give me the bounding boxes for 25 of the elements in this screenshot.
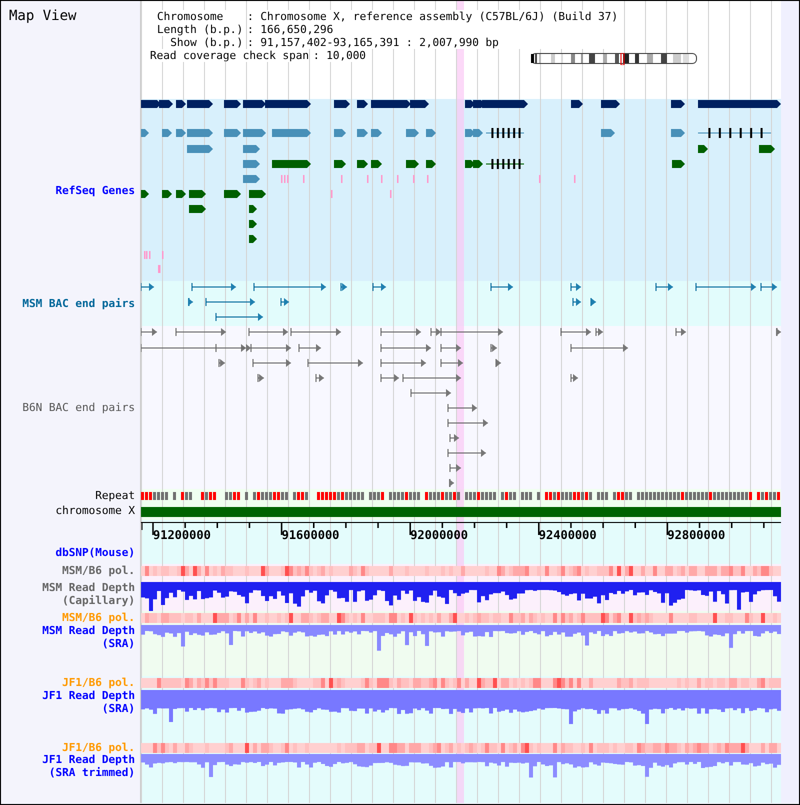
track-label: MSM/B6 pol. <box>62 611 135 624</box>
track-label: MSM BAC end pairs <box>22 297 135 310</box>
axis-label: 91600000 <box>282 528 340 542</box>
track-label: Repeat <box>95 489 135 502</box>
track-label: dbSNP(Mouse) <box>56 546 135 559</box>
axis-label: 92400000 <box>538 528 597 542</box>
track-label: JF1/B6 pol. <box>62 741 135 754</box>
track-label: MSM Read Depth (SRA) <box>42 624 135 650</box>
axis-label: 91200000 <box>153 528 211 542</box>
track-label: JF1 Read Depth (SRA) <box>42 689 135 715</box>
track-label: MSM/B6 pol. <box>62 564 135 577</box>
axis-label: 92000000 <box>410 528 468 542</box>
info-value: : Chromosome X, reference assembly (C57BL/6J) (Build 37) <box>247 10 618 23</box>
info-label: Length (b.p.) <box>157 23 244 36</box>
track-label: RefSeq Genes <box>56 184 135 196</box>
track-label: chromosome X <box>56 504 135 517</box>
track-label: B6N BAC end pairs <box>22 401 135 414</box>
info-value: : 10,000 <box>312 49 366 62</box>
info-label: Show (b.p.) <box>170 36 244 49</box>
track-label: JF1 Read Depth (SRA trimmed) <box>42 753 135 779</box>
window-title: Map View <box>9 10 76 23</box>
track-label: JF1/B6 pol. <box>62 676 135 689</box>
info-label: Read coverage check span <box>150 49 309 62</box>
axis-label: 92800000 <box>667 528 726 542</box>
track-label: MSM Read Depth (Capillary) <box>42 581 135 607</box>
